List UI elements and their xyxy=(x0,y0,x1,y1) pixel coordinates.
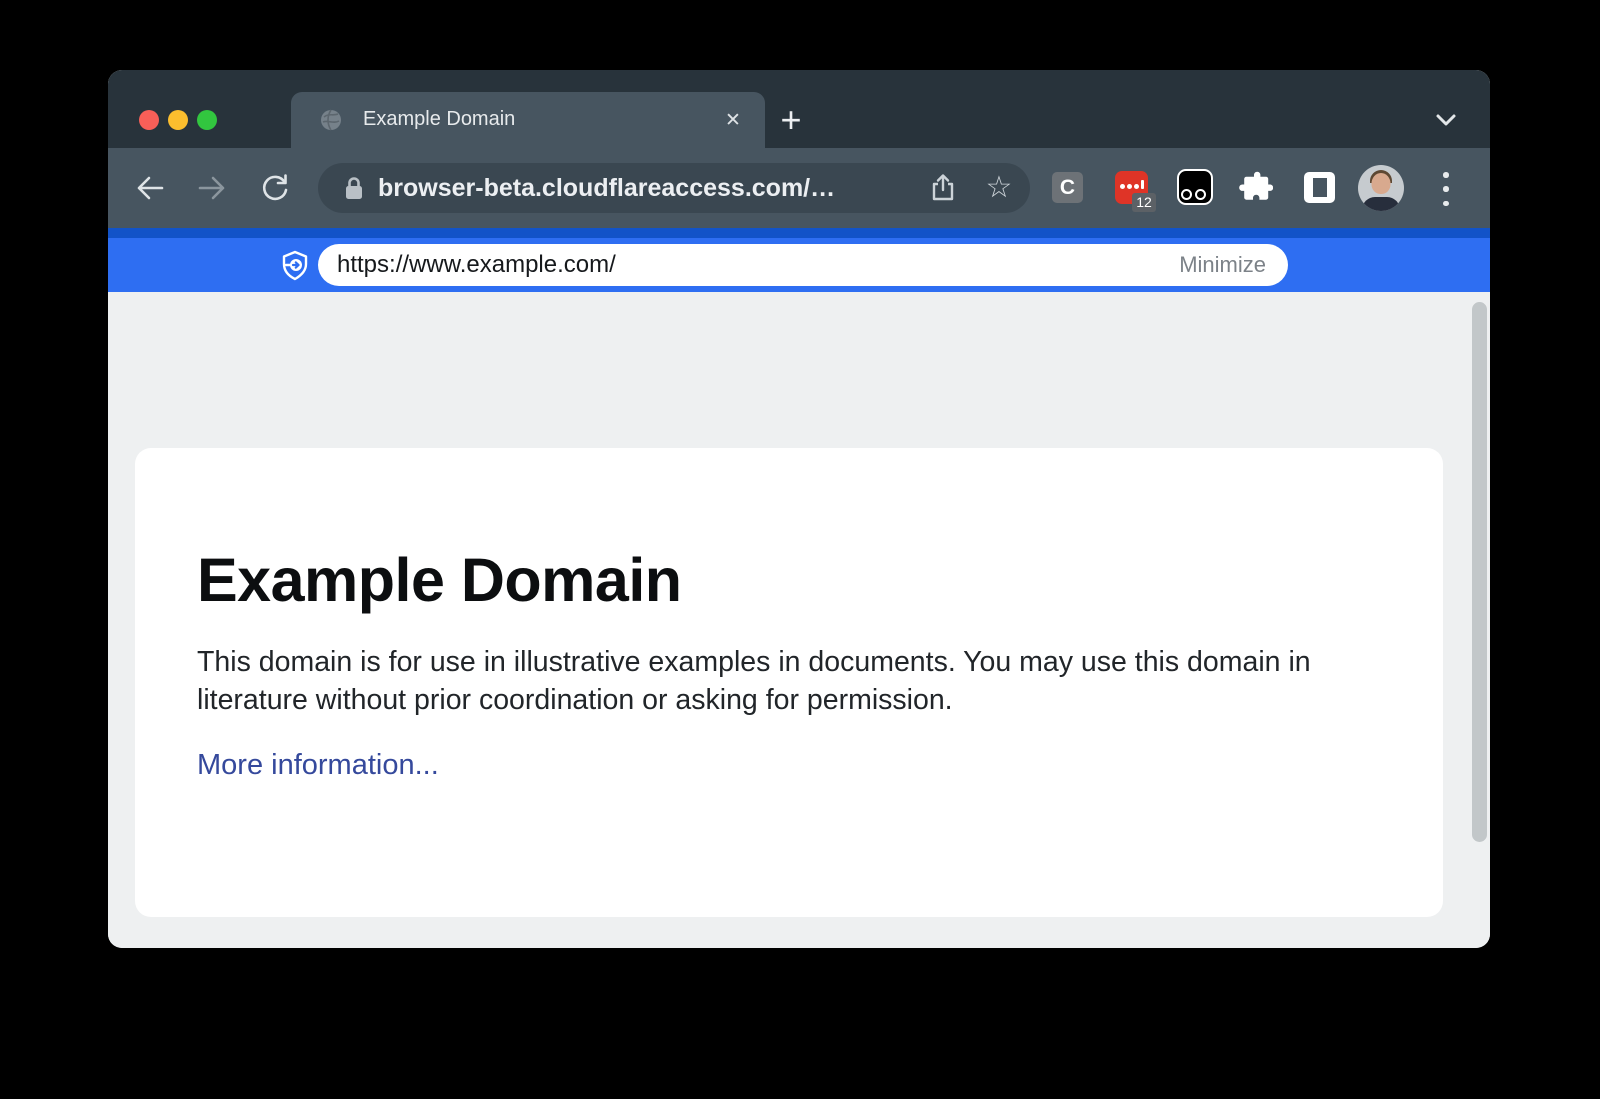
share-icon[interactable] xyxy=(928,173,958,203)
window-close-button[interactable] xyxy=(139,110,159,130)
minimize-banner-button[interactable]: Minimize xyxy=(1179,244,1266,286)
page-title: Example Domain xyxy=(197,550,1443,611)
tab-example-domain[interactable]: Example Domain ✕ xyxy=(291,92,765,148)
chevron-down-icon[interactable] xyxy=(1432,110,1460,130)
remote-url-input[interactable]: https://www.example.com/ Minimize xyxy=(318,244,1288,286)
forward-button[interactable] xyxy=(192,168,232,208)
shield-arrow-icon xyxy=(280,250,310,282)
back-button[interactable] xyxy=(130,168,170,208)
side-panel-icon[interactable] xyxy=(1304,172,1335,203)
lock-icon xyxy=(342,176,366,202)
isolation-banner: https://www.example.com/ Minimize xyxy=(108,228,1490,292)
extension-c-icon[interactable]: C xyxy=(1052,172,1083,203)
window-zoom-button[interactable] xyxy=(197,110,217,130)
reload-button[interactable] xyxy=(255,168,295,208)
remote-url-value: https://www.example.com/ xyxy=(337,244,616,286)
banner-top-stripe xyxy=(108,228,1490,238)
tab-close-icon[interactable]: ✕ xyxy=(719,107,747,135)
extensions-puzzle-icon[interactable] xyxy=(1239,170,1273,204)
profile-avatar[interactable] xyxy=(1358,165,1404,211)
bookmark-star-icon[interactable]: ☆ xyxy=(982,169,1016,207)
more-information-link[interactable]: More information... xyxy=(197,749,439,782)
browser-window: Example Domain ✕ + xyxy=(108,70,1490,948)
extension-badge-count: 12 xyxy=(1132,193,1156,212)
page-viewport: Example Domain This domain is for use in… xyxy=(108,292,1490,948)
address-url-text: browser-beta.cloudflareaccess.com/… xyxy=(378,163,835,213)
toolbar: browser-beta.cloudflareaccess.com/… ☆ C … xyxy=(108,148,1490,228)
traffic-lights xyxy=(139,110,217,130)
address-bar[interactable]: browser-beta.cloudflareaccess.com/… ☆ xyxy=(318,163,1030,213)
page-paragraph: This domain is for use in illustrative e… xyxy=(197,643,1352,719)
browser-menu-icon[interactable] xyxy=(1442,172,1450,206)
globe-favicon-icon xyxy=(320,109,342,131)
scrollbar-thumb[interactable] xyxy=(1472,302,1487,842)
extension-goggles-icon[interactable] xyxy=(1177,169,1213,205)
tab-title: Example Domain xyxy=(363,108,515,131)
content-card: Example Domain This domain is for use in… xyxy=(135,448,1443,917)
new-tab-button[interactable]: + xyxy=(771,98,811,142)
tab-strip: Example Domain ✕ + xyxy=(108,70,1490,148)
window-minimize-button[interactable] xyxy=(168,110,188,130)
extension-red-blocker-icon[interactable]: 12 xyxy=(1115,171,1148,204)
